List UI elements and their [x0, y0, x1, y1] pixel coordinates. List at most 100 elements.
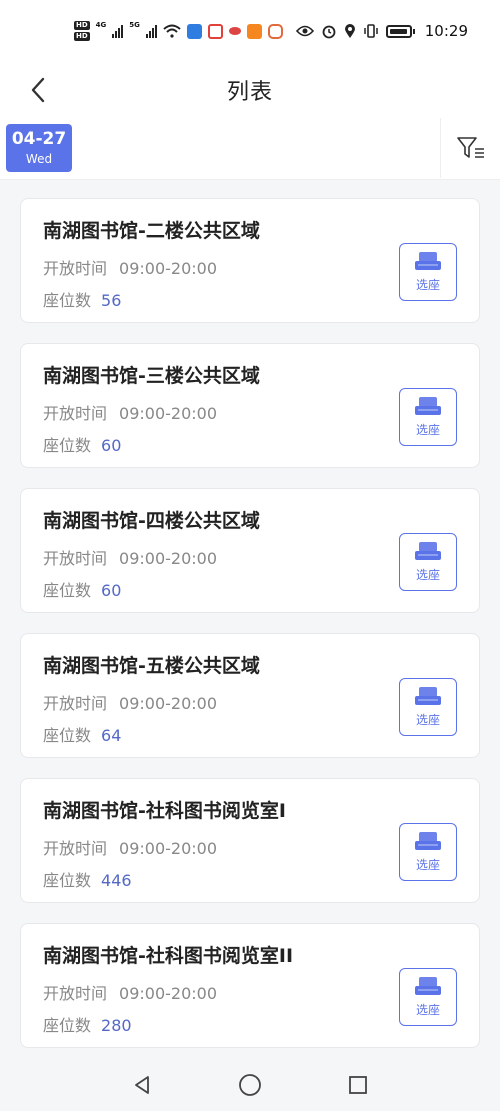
seat-count: 座位数 446 — [43, 867, 132, 891]
opening-hours-value: 09:00-20:00 — [119, 404, 218, 423]
room-card[interactable]: 南湖图书馆-五楼公共区域 开放时间 09:00-20:00 座位数 64 选座 — [20, 633, 480, 758]
seat-count-label: 座位数 — [43, 581, 92, 600]
app-notification-icon — [207, 23, 223, 39]
app-notification-icon — [246, 23, 262, 39]
select-seat-label: 选座 — [415, 423, 440, 437]
app-notification-icon — [228, 27, 241, 35]
triangle-back-icon — [135, 1075, 149, 1094]
system-home-button[interactable] — [236, 1071, 264, 1099]
room-name: 南湖图书馆-社科图书阅览室II — [43, 945, 294, 967]
select-seat-label: 选座 — [415, 568, 440, 582]
status-time: 10:29 — [424, 22, 468, 40]
room-card[interactable]: 南湖图书馆-社科图书阅览室I 开放时间 09:00-20:00 座位数 446 选座 — [20, 778, 480, 903]
date-day: 04-27 — [11, 129, 67, 149]
filter-button[interactable] — [440, 118, 500, 178]
opening-hours-label: 开放时间 — [43, 984, 108, 1003]
room-card[interactable]: 南湖图书馆-三楼公共区域 开放时间 09:00-20:00 座位数 60 选座 — [20, 343, 480, 468]
signal-icon — [145, 24, 157, 38]
select-seat-label: 选座 — [415, 1003, 440, 1017]
seat-icon — [415, 397, 441, 415]
opening-hours: 开放时间 09:00-20:00 — [43, 545, 217, 569]
opening-hours: 开放时间 09:00-20:00 — [43, 980, 217, 1004]
alarm-icon — [322, 25, 336, 39]
seat-count-label: 座位数 — [43, 291, 92, 310]
square-recents-icon — [349, 1075, 367, 1094]
opening-hours-value: 09:00-20:00 — [119, 259, 218, 278]
select-seat-button[interactable]: 选座 — [399, 243, 457, 301]
hd-badge: HD — [74, 32, 90, 41]
select-seat-button[interactable]: 选座 — [399, 823, 457, 881]
status-right: 10:29 — [295, 22, 468, 40]
room-name: 南湖图书馆-四楼公共区域 — [43, 510, 260, 532]
eye-icon — [295, 25, 314, 37]
network-type-label: 5G — [129, 21, 140, 29]
room-card[interactable]: 南湖图书馆-二楼公共区域 开放时间 09:00-20:00 座位数 56 选座 — [20, 198, 480, 323]
wifi-icon — [163, 24, 181, 38]
seat-count: 座位数 64 — [43, 722, 121, 746]
seat-count-label: 座位数 — [43, 726, 92, 745]
select-seat-button[interactable]: 选座 — [399, 533, 457, 591]
select-seat-button[interactable]: 选座 — [399, 968, 457, 1026]
chevron-left-icon — [31, 77, 45, 103]
date-bar: 04-27 Wed — [0, 118, 500, 180]
opening-hours-value: 09:00-20:00 — [119, 549, 218, 568]
opening-hours: 开放时间 09:00-20:00 — [43, 255, 217, 279]
opening-hours: 开放时间 09:00-20:00 — [43, 835, 217, 859]
back-button[interactable] — [18, 70, 58, 110]
app-notification-icon — [267, 23, 283, 39]
vibrate-icon — [364, 24, 378, 38]
seat-icon — [415, 832, 441, 850]
opening-hours-value: 09:00-20:00 — [119, 839, 218, 858]
page-title: 列表 — [226, 80, 273, 105]
location-icon — [344, 24, 355, 38]
seat-count: 座位数 60 — [43, 432, 121, 456]
system-recents-button[interactable] — [344, 1071, 372, 1099]
select-seat-label: 选座 — [415, 713, 440, 727]
navigation-bar: 列表 — [0, 62, 500, 118]
app-notification-icon — [186, 23, 202, 39]
seat-count-label: 座位数 — [43, 436, 92, 455]
room-name: 南湖图书馆-社科图书阅览室I — [43, 800, 286, 822]
seat-count-value: 280 — [101, 1016, 132, 1035]
room-name: 南湖图书馆-三楼公共区域 — [43, 365, 260, 387]
opening-hours: 开放时间 09:00-20:00 — [43, 400, 217, 424]
date-weekday: Wed — [25, 152, 53, 166]
opening-hours-label: 开放时间 — [43, 549, 108, 568]
hd-badge: HD — [74, 21, 90, 30]
seat-count: 座位数 56 — [43, 287, 121, 311]
opening-hours-label: 开放时间 — [43, 694, 108, 713]
seat-icon — [415, 542, 441, 560]
opening-hours: 开放时间 09:00-20:00 — [43, 690, 217, 714]
filter-icon — [456, 137, 484, 158]
room-card[interactable]: 南湖图书馆-社科图书阅览室II 开放时间 09:00-20:00 座位数 280 选… — [20, 923, 480, 1048]
circle-home-icon — [239, 1073, 261, 1096]
seat-count: 座位数 60 — [43, 577, 121, 601]
seat-count-label: 座位数 — [43, 1016, 92, 1035]
opening-hours-label: 开放时间 — [43, 259, 108, 278]
system-navigation-bar — [0, 1058, 500, 1111]
opening-hours-label: 开放时间 — [43, 839, 108, 858]
seat-count-value: 446 — [101, 871, 132, 890]
room-name: 南湖图书馆-二楼公共区域 — [43, 220, 260, 242]
room-card[interactable]: 南湖图书馆-四楼公共区域 开放时间 09:00-20:00 座位数 60 选座 — [20, 488, 480, 613]
status-bar: HD HD 4G 5G 10:29 — [0, 0, 500, 62]
seat-icon — [415, 687, 441, 705]
seat-count: 座位数 280 — [43, 1012, 132, 1036]
select-seat-button[interactable]: 选座 — [399, 678, 457, 736]
seat-count-value: 60 — [101, 436, 122, 455]
room-name: 南湖图书馆-五楼公共区域 — [43, 655, 260, 677]
select-seat-button[interactable]: 选座 — [399, 388, 457, 446]
battery-icon — [385, 24, 415, 38]
seat-count-label: 座位数 — [43, 871, 92, 890]
select-seat-label: 选座 — [415, 278, 440, 292]
signal-icon — [112, 24, 124, 38]
seat-count-value: 64 — [101, 726, 122, 745]
system-back-button[interactable] — [128, 1071, 156, 1099]
date-selector-chip[interactable]: 04-27 Wed — [6, 124, 72, 172]
network-type-label: 4G — [95, 21, 107, 29]
status-left: HD HD 4G 5G — [74, 21, 283, 41]
room-list: 南湖图书馆-二楼公共区域 开放时间 09:00-20:00 座位数 56 选座 南湖… — [20, 198, 480, 1068]
seat-icon — [415, 252, 441, 270]
seat-icon — [415, 977, 441, 995]
opening-hours-value: 09:00-20:00 — [119, 694, 218, 713]
